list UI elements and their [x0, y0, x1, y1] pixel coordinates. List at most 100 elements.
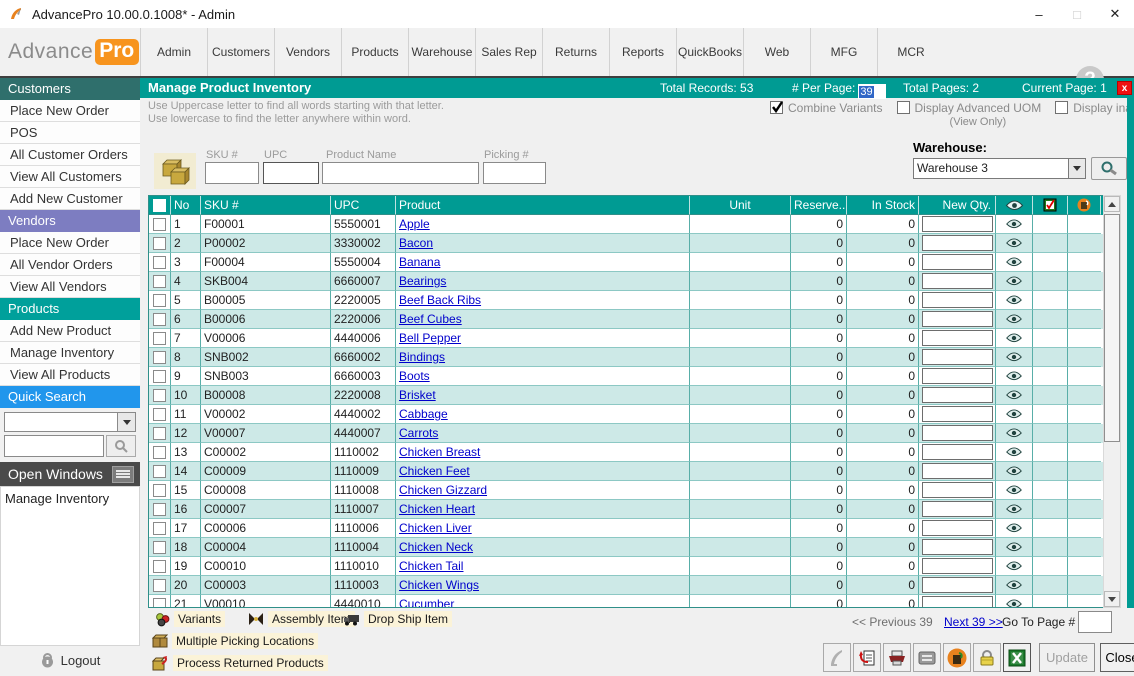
product-link[interactable]: Chicken Feet: [399, 464, 470, 478]
chevron-down-icon[interactable]: [1068, 159, 1085, 178]
warehouse-dropdown[interactable]: Warehouse 3: [913, 158, 1086, 179]
new-qty-input[interactable]: [922, 292, 993, 308]
row-checkbox[interactable]: [149, 595, 171, 608]
new-qty-input[interactable]: [922, 254, 993, 270]
sidebar-item-all-vendor-orders[interactable]: All Vendor Orders: [0, 254, 140, 276]
product-link[interactable]: Chicken Neck: [399, 540, 473, 554]
row-checkbox[interactable]: [149, 424, 171, 443]
tab-customers[interactable]: Customers: [207, 28, 274, 76]
product-link[interactable]: Chicken Heart: [399, 502, 475, 516]
new-qty-input[interactable]: [922, 539, 993, 555]
row-checkbox[interactable]: [149, 348, 171, 367]
warehouse-search-button[interactable]: [1091, 157, 1127, 180]
product-link[interactable]: Apple: [399, 217, 430, 231]
view-details-button[interactable]: [996, 424, 1033, 443]
close-page-button[interactable]: x: [1117, 81, 1132, 95]
view-details-button[interactable]: [996, 348, 1033, 367]
view-details-button[interactable]: [996, 367, 1033, 386]
new-qty-input[interactable]: [922, 311, 993, 327]
display-inactive-checkbox[interactable]: [1055, 101, 1068, 114]
quick-search-button[interactable]: [106, 435, 136, 457]
view-details-button[interactable]: [996, 500, 1033, 519]
sidebar-item-add-new-product[interactable]: Add New Product: [0, 320, 140, 342]
product-link[interactable]: Banana: [399, 255, 440, 269]
row-checkbox[interactable]: [149, 519, 171, 538]
row-checkbox[interactable]: [149, 272, 171, 291]
new-qty-input[interactable]: [922, 501, 993, 517]
scrollbar-thumb[interactable]: [1104, 214, 1120, 442]
tab-reports[interactable]: Reports: [609, 28, 676, 76]
quick-search-input[interactable]: [4, 435, 104, 457]
product-link[interactable]: Carrots: [399, 426, 438, 440]
product-link[interactable]: Chicken Wings: [399, 578, 479, 592]
picking-filter-input[interactable]: [483, 162, 546, 184]
view-details-button[interactable]: [996, 253, 1033, 272]
new-qty-input[interactable]: [922, 558, 993, 574]
sidebar-item-view-all-customers[interactable]: View All Customers: [0, 166, 140, 188]
update-button[interactable]: Update: [1039, 643, 1095, 672]
print-button[interactable]: [883, 643, 911, 672]
maximize-button[interactable]: □: [1058, 0, 1096, 28]
excel-export-button[interactable]: [1003, 643, 1031, 672]
product-name-filter-input[interactable]: [322, 162, 479, 184]
sidebar-item-place-new-order[interactable]: Place New Order: [0, 232, 140, 254]
product-link[interactable]: Beef Cubes: [399, 312, 462, 326]
view-details-button[interactable]: [996, 519, 1033, 538]
view-details-button[interactable]: [996, 443, 1033, 462]
product-link[interactable]: Boots: [399, 369, 430, 383]
sidebar-item-view-all-vendors[interactable]: View All Vendors: [0, 276, 140, 298]
per-page-input[interactable]: 39: [858, 84, 886, 99]
tab-vendors[interactable]: Vendors: [274, 28, 341, 76]
view-details-button[interactable]: [996, 557, 1033, 576]
minimize-button[interactable]: –: [1020, 0, 1058, 28]
lock-button[interactable]: [973, 643, 1001, 672]
combine-variants-checkbox[interactable]: [770, 101, 783, 114]
product-link[interactable]: Chicken Liver: [399, 521, 472, 535]
window-list-icon[interactable]: [112, 466, 134, 483]
view-details-button[interactable]: [996, 405, 1033, 424]
row-checkbox[interactable]: [149, 367, 171, 386]
next-page-link[interactable]: Next 39 >>: [944, 615, 1003, 629]
view-details-button[interactable]: [996, 576, 1033, 595]
tab-warehouse[interactable]: Warehouse: [408, 28, 475, 76]
new-qty-input[interactable]: [922, 349, 993, 365]
close-button[interactable]: ✕: [1096, 0, 1134, 28]
row-checkbox[interactable]: [149, 291, 171, 310]
new-qty-input[interactable]: [922, 425, 993, 441]
upc-filter-input[interactable]: [263, 162, 319, 184]
new-qty-input[interactable]: [922, 216, 993, 232]
new-qty-input[interactable]: [922, 482, 993, 498]
new-qty-input[interactable]: [922, 463, 993, 479]
view-details-button[interactable]: [996, 310, 1033, 329]
new-qty-input[interactable]: [922, 330, 993, 346]
sidebar-item-manage-inventory[interactable]: Manage Inventory: [0, 342, 140, 364]
row-checkbox[interactable]: [149, 405, 171, 424]
tab-web[interactable]: Web: [743, 28, 810, 76]
tab-mfg[interactable]: MFG: [810, 28, 877, 76]
row-checkbox[interactable]: [149, 500, 171, 519]
row-checkbox[interactable]: [149, 386, 171, 405]
row-checkbox[interactable]: [149, 253, 171, 272]
new-qty-input[interactable]: [922, 235, 993, 251]
scroll-down-icon[interactable]: [1104, 591, 1120, 607]
new-qty-input[interactable]: [922, 596, 993, 608]
row-checkbox[interactable]: [149, 310, 171, 329]
new-qty-input[interactable]: [922, 368, 993, 384]
goto-page-input[interactable]: [1078, 611, 1112, 633]
view-details-button[interactable]: [996, 538, 1033, 557]
previous-page-link[interactable]: << Previous 39: [852, 615, 933, 629]
sku-filter-input[interactable]: [205, 162, 259, 184]
combine-variants-option[interactable]: Combine Variants: [770, 101, 883, 128]
row-checkbox[interactable]: [149, 443, 171, 462]
sidebar-item-pos[interactable]: POS: [0, 122, 140, 144]
row-checkbox[interactable]: [149, 481, 171, 500]
sidebar-item-all-customer-orders[interactable]: All Customer Orders: [0, 144, 140, 166]
row-checkbox[interactable]: [149, 329, 171, 348]
sidebar-item-add-new-customer[interactable]: Add New Customer: [0, 188, 140, 210]
sidebar-item-view-all-products[interactable]: View All Products: [0, 364, 140, 386]
tab-sales-rep[interactable]: Sales Rep: [475, 28, 542, 76]
export-doc-button[interactable]: [853, 643, 881, 672]
view-details-button[interactable]: [996, 386, 1033, 405]
row-checkbox[interactable]: [149, 538, 171, 557]
product-link[interactable]: Beef Back Ribs: [399, 293, 481, 307]
